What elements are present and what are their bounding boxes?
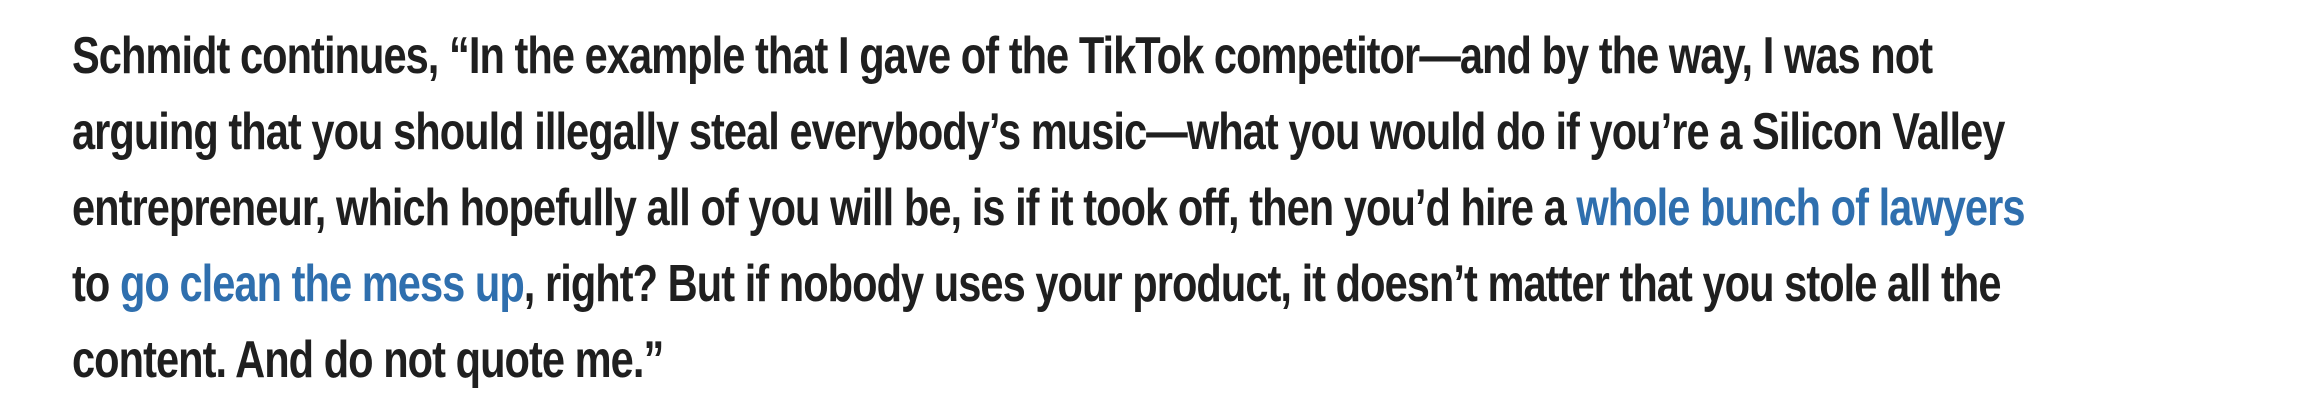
whole-bunch-of-lawyers-link[interactable]: whole bunch of lawyers: [1576, 179, 2025, 237]
paragraph-line-1: Schmidt continues, “In the example that …: [72, 27, 1933, 85]
paragraph-line-4-post: , right? But if nobody uses your product…: [523, 255, 2002, 313]
paragraph-line-2: arguing that you should illegally steal …: [72, 103, 2005, 161]
article-paragraph: Schmidt continues, “In the example that …: [72, 18, 2292, 398]
paragraph-line-5: content. And do not quote me.”: [72, 331, 664, 389]
paragraph-line-4-pre: to: [72, 255, 120, 313]
paragraph-line-3-text: entrepreneur, which hopefully all of you…: [72, 179, 1577, 237]
paragraph-line-3: entrepreneur, which hopefully all of you…: [72, 170, 2025, 246]
go-clean-the-mess-up-link[interactable]: go clean the mess up: [120, 255, 525, 313]
paragraph-line-4: to go clean the mess up, right? But if n…: [72, 246, 2001, 322]
